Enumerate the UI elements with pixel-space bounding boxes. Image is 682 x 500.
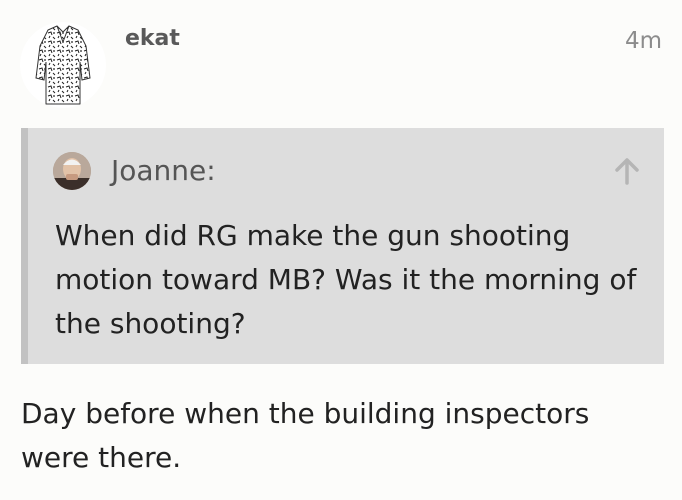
shirt-icon bbox=[35, 25, 91, 105]
quote-author-name: Joanne: bbox=[111, 154, 216, 187]
jump-to-post-button[interactable] bbox=[612, 156, 642, 186]
author-name[interactable]: ekat bbox=[125, 26, 180, 51]
post-body-text: Day before when the building inspectors … bbox=[21, 397, 590, 474]
user-photo-icon bbox=[53, 152, 91, 190]
quote-avatar-icon[interactable] bbox=[53, 152, 91, 190]
author-avatar-icon[interactable] bbox=[20, 22, 106, 108]
post: ekat 4m Joanne: When did RG make the gun… bbox=[0, 0, 682, 500]
arrow-up-icon bbox=[615, 158, 639, 185]
quote-block: Joanne: When did RG make the gun shootin… bbox=[21, 128, 664, 364]
post-timestamp[interactable]: 4m bbox=[625, 28, 662, 54]
quote-text: When did RG make the gun shooting motion… bbox=[55, 219, 637, 340]
